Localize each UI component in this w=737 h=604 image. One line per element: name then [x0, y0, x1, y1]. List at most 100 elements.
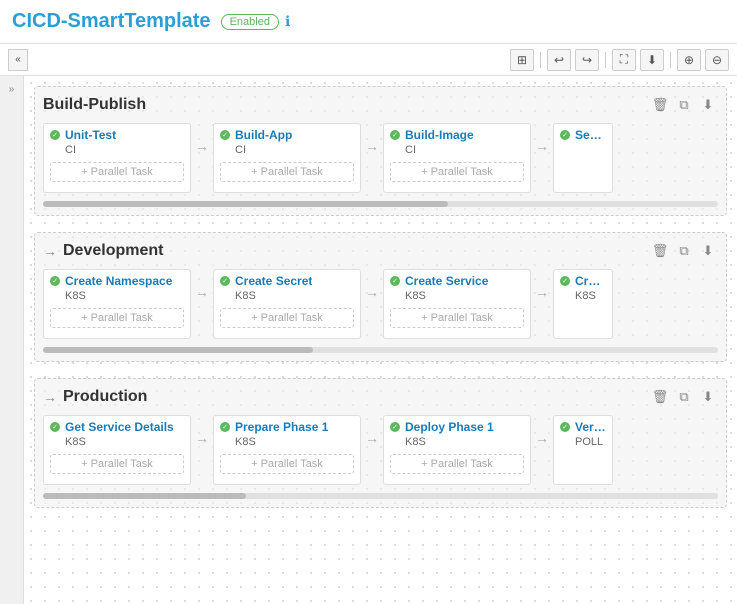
collapse-button[interactable]: « [8, 49, 28, 71]
task-card[interactable]: Create ServiceK8S+ Parallel Task [383, 269, 531, 339]
add-parallel-task-button[interactable]: + Parallel Task [220, 162, 354, 182]
copy-stage-button[interactable]: ⧉ [674, 387, 694, 407]
task-status-dot [390, 422, 400, 432]
task-status-dot [50, 130, 60, 140]
task-card[interactable]: Veri... POLL [553, 415, 613, 485]
task-type: K8S [405, 436, 524, 448]
task-name: Prepare Phase 1 [235, 420, 328, 434]
download-stage-button[interactable]: ⬇ [698, 95, 718, 115]
export-button[interactable]: ⬇ [640, 49, 664, 71]
task-container: →Build-AppCI+ Parallel Task [191, 123, 361, 193]
task-connector-arrow: → [195, 284, 209, 324]
task-name: Sequ... [575, 128, 606, 142]
sidebar-collapse-icon[interactable]: » [9, 84, 15, 95]
delete-stage-button[interactable]: 🗑 [650, 387, 670, 407]
add-parallel-task-button[interactable]: + Parallel Task [50, 162, 184, 182]
task-status-dot [560, 130, 570, 140]
stage-scrollbar[interactable] [43, 347, 718, 353]
task-card[interactable]: Prepare Phase 1 K8S + Parallel Task [213, 415, 361, 485]
copy-stage-button[interactable]: ⧉ [674, 241, 694, 261]
add-parallel-task-button[interactable]: + Parallel Task [50, 308, 184, 328]
task-container: →Crea...K8S [531, 269, 613, 339]
header: CICD-SmartTemplate Enabled ℹ [0, 0, 737, 44]
canvas: » Build-Publish🗑⧉⬇ Unit-TestCI+ Parallel … [0, 76, 737, 604]
task-card[interactable]: Deploy Phase 1K8S+ Parallel Task [383, 415, 531, 485]
task-status-dot [560, 422, 570, 432]
task-status-dot [560, 276, 570, 286]
stage-connector-arrow: → [43, 389, 57, 405]
stage-scrollbar-thumb [43, 347, 313, 353]
task-card-header: Prepare Phase 1 [220, 420, 354, 434]
task-type: K8S [65, 436, 184, 448]
copy-stage-button[interactable]: ⧉ [674, 95, 694, 115]
stage-actions-development: 🗑⧉⬇ [650, 241, 718, 261]
task-container: → Create Secret K8S + Parallel Task [191, 269, 361, 339]
task-card-header: Crea... [560, 274, 606, 288]
task-name: Unit-Test [65, 128, 116, 142]
stage-scrollbar-thumb [43, 493, 246, 499]
task-card-header: Build-Image [390, 128, 524, 142]
stage-title-production: Production [63, 388, 650, 406]
task-card[interactable]: Build-ImageCI+ Parallel Task [383, 123, 531, 193]
download-stage-button[interactable]: ⬇ [698, 387, 718, 407]
info-icon[interactable]: ℹ [285, 13, 290, 30]
delete-stage-button[interactable]: 🗑 [650, 95, 670, 115]
task-container: →Create ServiceK8S+ Parallel Task [361, 269, 531, 339]
enabled-badge[interactable]: Enabled [221, 14, 279, 30]
stage-scrollbar[interactable] [43, 493, 718, 499]
add-parallel-task-button[interactable]: + Parallel Task [390, 308, 524, 328]
add-parallel-task-button[interactable]: + Parallel Task [220, 308, 354, 328]
redo-button[interactable]: ↪ [575, 49, 599, 71]
toolbar: « ⊞ ↩ ↪ ⛶ ⬇ ⊕ ⊖ [0, 44, 737, 76]
task-type: POLL [575, 436, 606, 448]
task-card-header: Create Secret [220, 274, 354, 288]
task-container: →Deploy Phase 1K8S+ Parallel Task [361, 415, 531, 485]
task-container: → Sequ... [531, 123, 613, 193]
stage-actions-production: 🗑⧉⬇ [650, 387, 718, 407]
task-card[interactable]: Get Service Details K8S + Parallel Task [43, 415, 191, 485]
stage-header-production: → Production🗑⧉⬇ [43, 387, 718, 407]
add-parallel-task-button[interactable]: + Parallel Task [220, 454, 354, 474]
zoom-in-button[interactable]: ⊕ [677, 49, 701, 71]
grid-view-button[interactable]: ⊞ [510, 49, 534, 71]
task-name: Get Service Details [65, 420, 174, 434]
task-card-header: Unit-Test [50, 128, 184, 142]
task-name: Veri... [575, 420, 606, 434]
task-card[interactable]: Create Secret K8S + Parallel Task [213, 269, 361, 339]
add-parallel-task-button[interactable]: + Parallel Task [390, 162, 524, 182]
task-connector-arrow: → [195, 138, 209, 178]
task-card[interactable]: Crea... K8S [553, 269, 613, 339]
task-type: K8S [235, 290, 354, 302]
fit-screen-button[interactable]: ⛶ [612, 49, 636, 71]
tasks-wrapper-production: Get Service DetailsK8S+ Parallel Task→Pr… [43, 415, 718, 485]
undo-button[interactable]: ↩ [547, 49, 571, 71]
zoom-out-button[interactable]: ⊖ [705, 49, 729, 71]
delete-stage-button[interactable]: 🗑 [650, 241, 670, 261]
task-type: K8S [235, 436, 354, 448]
download-stage-button[interactable]: ⬇ [698, 241, 718, 261]
task-card[interactable]: Build-AppCI+ Parallel Task [213, 123, 361, 193]
stage-header-build-publish: Build-Publish🗑⧉⬇ [43, 95, 718, 115]
task-container: Get Service Details K8S + Parallel Task [43, 415, 191, 485]
task-container: →Prepare Phase 1K8S+ Parallel Task [191, 415, 361, 485]
task-type: K8S [575, 290, 606, 302]
task-connector-arrow: → [365, 284, 379, 324]
stage-scrollbar[interactable] [43, 201, 718, 207]
add-parallel-task-button[interactable]: + Parallel Task [390, 454, 524, 474]
toolbar-separator-3 [670, 52, 671, 68]
task-card[interactable]: Unit-TestCI+ Parallel Task [43, 123, 191, 193]
stage-build-publish: Build-Publish🗑⧉⬇ Unit-TestCI+ Parallel Ta… [34, 86, 727, 216]
task-container: Unit-TestCI+ Parallel Task [43, 123, 191, 193]
task-card[interactable]: Create NamespaceK8S+ Parallel Task [43, 269, 191, 339]
task-name: Create Secret [235, 274, 312, 288]
task-name: Crea... [575, 274, 606, 288]
task-card-header: Veri... [560, 420, 606, 434]
task-container: →Veri...POLL [531, 415, 613, 485]
task-status-dot [220, 130, 230, 140]
stage-title-development: Development [63, 242, 650, 260]
add-parallel-task-button[interactable]: + Parallel Task [50, 454, 184, 474]
stage-scrollbar-thumb [43, 201, 448, 207]
task-connector-arrow: → [535, 138, 549, 178]
task-name: Build-Image [405, 128, 474, 142]
task-card[interactable]: Sequ... [553, 123, 613, 193]
